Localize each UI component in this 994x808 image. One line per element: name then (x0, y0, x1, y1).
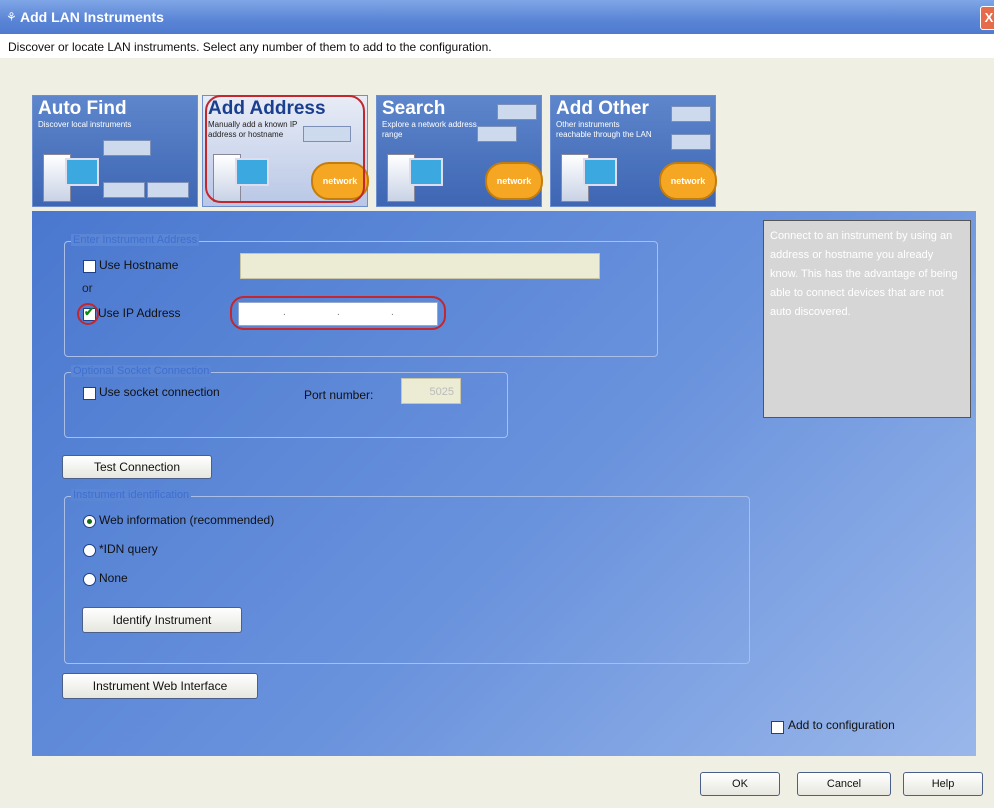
tab-label: Add Other (556, 98, 649, 119)
use-socket-checkbox[interactable] (83, 387, 96, 400)
instrument-icon (147, 182, 189, 198)
port-number-label: Port number: (304, 388, 374, 402)
close-button[interactable]: X (980, 6, 994, 30)
tab-label: Search (382, 98, 446, 119)
use-ip-label: Use IP Address (98, 306, 181, 320)
window-title: Add LAN Instruments (20, 9, 164, 25)
tab-description: Discover local instruments (38, 120, 132, 129)
instrument-icon (671, 106, 711, 122)
or-label: or (82, 281, 93, 295)
app-icon: ⚘ (6, 10, 17, 24)
group-title: Instrument identification (71, 489, 192, 501)
test-connection-button[interactable]: Test Connection (62, 455, 212, 479)
group-title: Optional Socket Connection (71, 365, 212, 377)
tab-add-other[interactable]: Add Other Other instruments reachable th… (550, 95, 717, 207)
use-hostname-label: Use Hostname (99, 258, 179, 272)
radio-web-information[interactable] (83, 515, 96, 528)
dialog-subtitle: Discover or locate LAN instruments. Sele… (8, 40, 492, 54)
highlight-annotation (77, 303, 99, 325)
instrument-icon (103, 182, 145, 198)
tab-description: Explore a network address range (382, 120, 477, 139)
instrument-icon (103, 140, 151, 156)
tab-search[interactable]: Search Explore a network address range n… (376, 95, 543, 207)
add-to-configuration-checkbox[interactable] (771, 721, 784, 734)
monitor-icon (409, 158, 443, 186)
hostname-input[interactable] (240, 253, 600, 279)
radio-selected-dot (87, 519, 92, 524)
network-cloud-icon: network (485, 162, 543, 200)
title-bar: ⚘ Add LAN Instruments X (0, 0, 994, 34)
tab-strip: Auto Find Discover local instruments Add… (32, 95, 976, 211)
identify-instrument-button[interactable]: Identify Instrument (82, 607, 242, 633)
cancel-button[interactable]: Cancel (797, 772, 891, 796)
use-socket-label: Use socket connection (99, 385, 220, 399)
monitor-icon (583, 158, 617, 186)
radio-idn-query[interactable] (83, 544, 96, 557)
use-hostname-checkbox[interactable] (83, 260, 96, 273)
gateway-icon (671, 134, 711, 150)
radio-label: Web information (recommended) (99, 513, 275, 527)
tab-description: Other instruments reachable through the … (556, 120, 652, 139)
instrument-icon (477, 126, 517, 142)
highlight-annotation (230, 296, 446, 330)
highlight-annotation (205, 95, 365, 203)
tab-label: Auto Find (38, 98, 127, 119)
radio-label: None (99, 571, 128, 585)
help-button[interactable]: Help (903, 772, 983, 796)
ok-button[interactable]: OK (700, 772, 780, 796)
group-title: Enter Instrument Address (71, 234, 200, 246)
port-number-input[interactable]: 5025 (401, 378, 461, 404)
radio-none[interactable] (83, 573, 96, 586)
tab-auto-find[interactable]: Auto Find Discover local instruments (32, 95, 198, 207)
add-to-configuration-label: Add to configuration (788, 718, 895, 732)
help-description: Connect to an instrument by using an add… (763, 220, 971, 418)
instrument-web-interface-button[interactable]: Instrument Web Interface (62, 673, 258, 699)
instrument-icon (497, 104, 537, 120)
radio-label: *IDN query (99, 542, 158, 556)
network-cloud-icon: network (659, 162, 717, 200)
monitor-icon (65, 158, 99, 186)
